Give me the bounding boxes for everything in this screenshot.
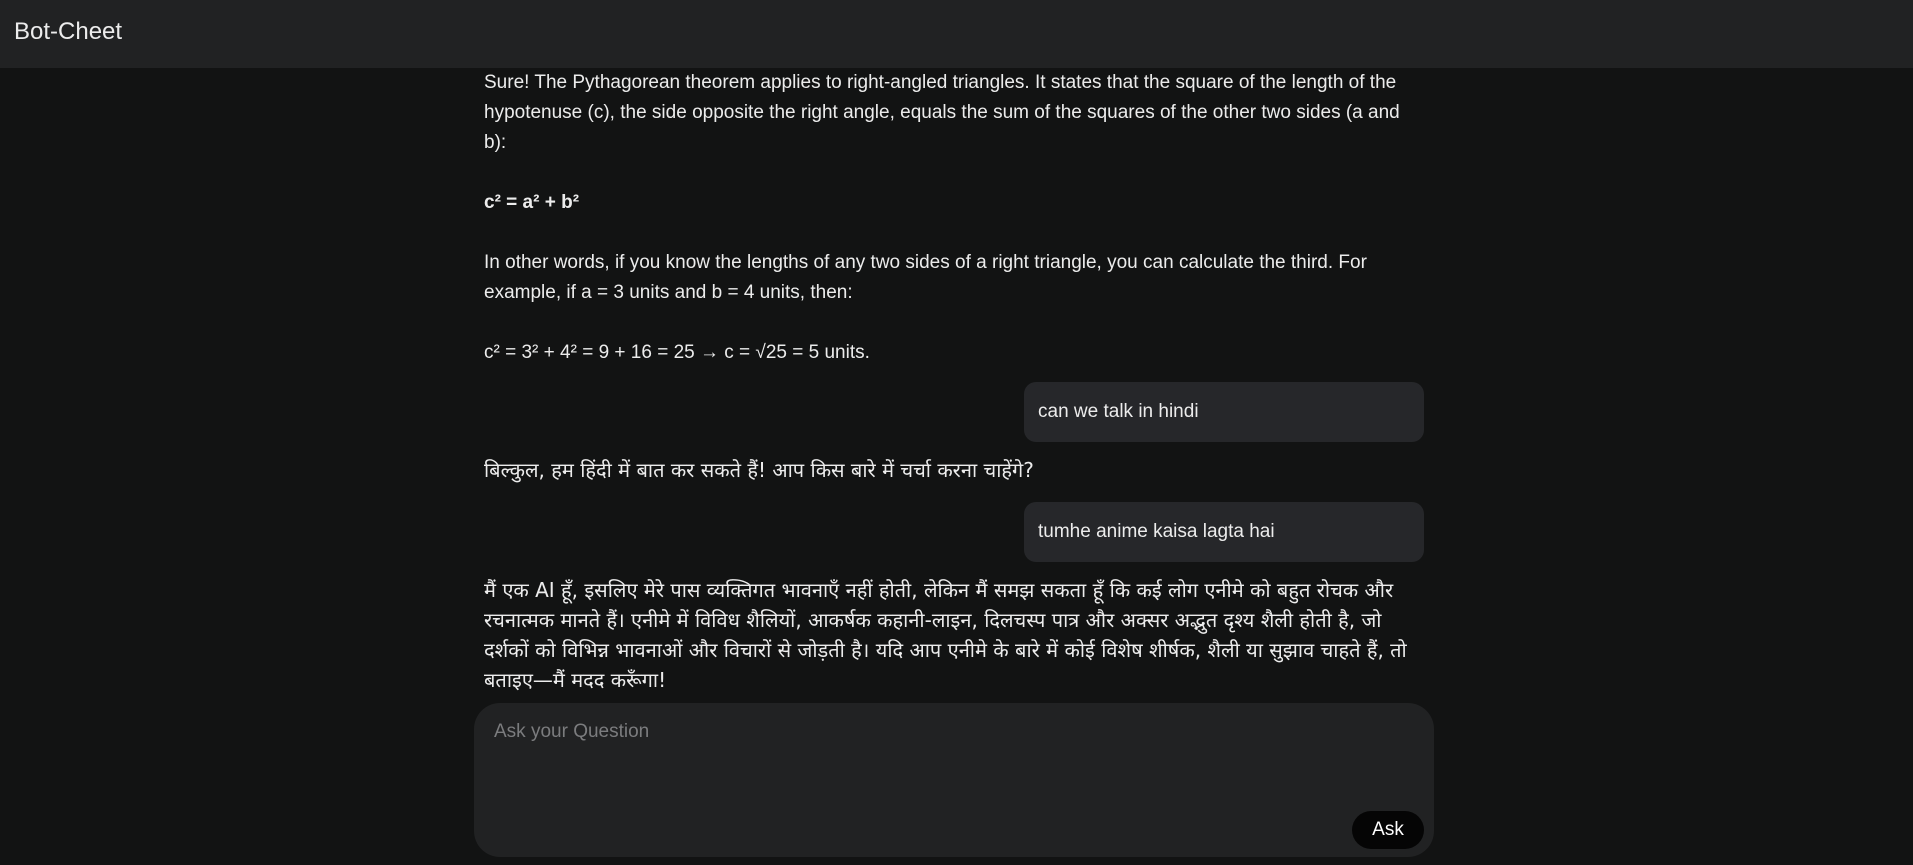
bot-message: मैं एक AI हूँ, इसलिए मेरे पास व्यक्तिगत … bbox=[484, 578, 1407, 692]
formula-text: c² = a² + b² bbox=[484, 192, 580, 213]
app-title: Bot-Cheet bbox=[14, 18, 123, 45]
bot-message: Sure! The Pythagorean theorem applies to… bbox=[484, 68, 1424, 368]
question-composer: Ask bbox=[474, 703, 1434, 857]
top-bar: Bot-Cheet bbox=[0, 0, 1913, 68]
message-paragraph: c² = 3² + 4² = 9 + 16 = 25 → c = √25 = 5… bbox=[484, 342, 870, 363]
ask-button[interactable]: Ask bbox=[1352, 811, 1424, 849]
question-input[interactable] bbox=[492, 715, 1396, 809]
message-paragraph: Sure! The Pythagorean theorem applies to… bbox=[484, 72, 1400, 153]
bot-message: बिल्कुल, हम हिंदी में बात कर सकते हैं! आ… bbox=[484, 458, 1034, 482]
message-paragraph: In other words, if you know the lengths … bbox=[484, 252, 1367, 303]
user-message: tumhe anime kaisa lagta hai bbox=[1024, 502, 1424, 562]
user-message: can we talk in hindi bbox=[1024, 382, 1424, 442]
